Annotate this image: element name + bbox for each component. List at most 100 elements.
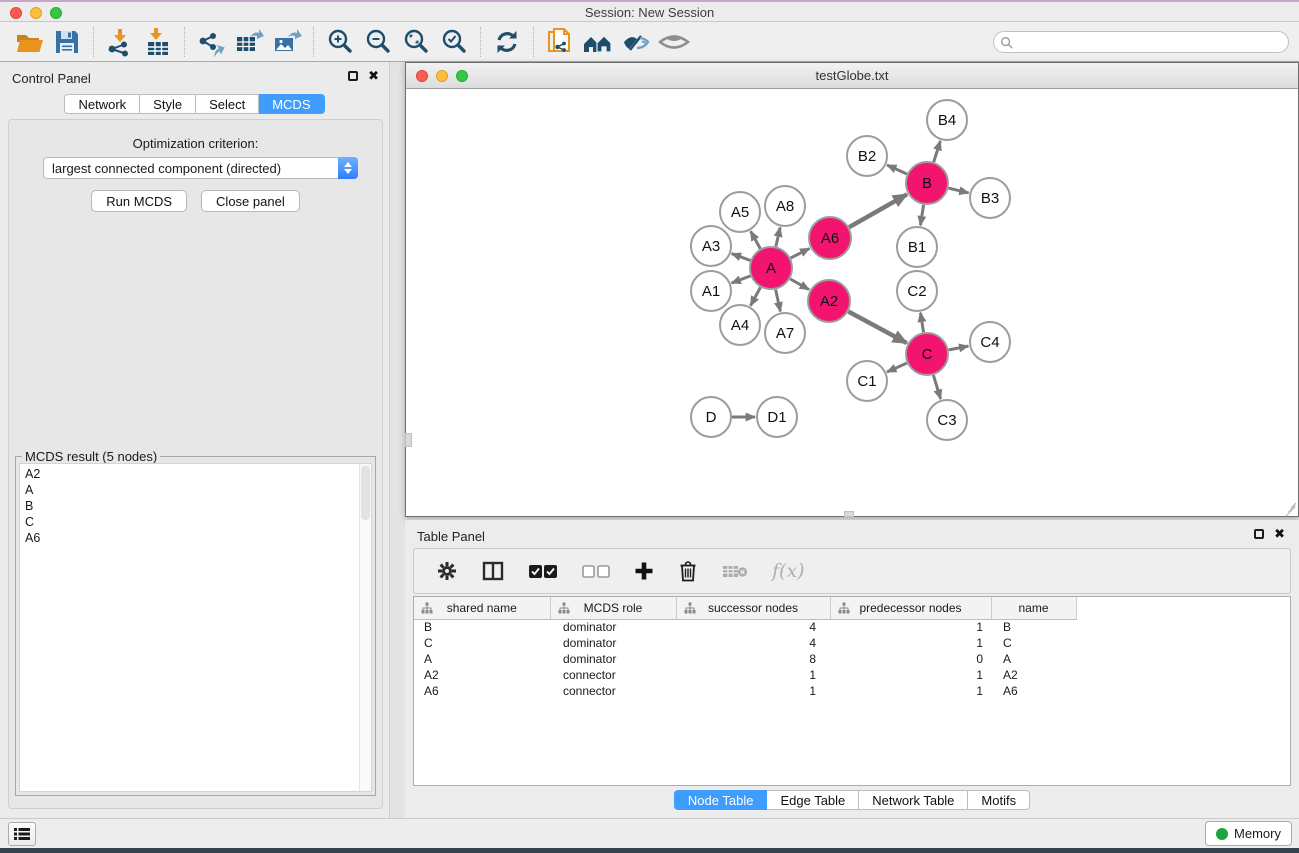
graph-node-C4[interactable]: C4 [970, 322, 1010, 362]
graph-node-D[interactable]: D [691, 397, 731, 437]
export-network-button[interactable] [192, 25, 230, 59]
mcds-result-item[interactable]: A2 [25, 466, 371, 482]
table-cell[interactable]: A2 [414, 667, 550, 683]
graph-node-A2[interactable]: A2 [808, 280, 850, 322]
table-cell[interactable]: dominator [550, 619, 676, 635]
search-input[interactable] [1017, 35, 1288, 49]
table-cell[interactable]: A6 [414, 683, 550, 699]
graph-edge-C-C1[interactable] [887, 363, 907, 372]
graph-node-C1[interactable]: C1 [847, 361, 887, 401]
graph-edge-A-A4[interactable] [751, 287, 761, 305]
graph-edge-B-B4[interactable] [934, 141, 941, 162]
tab-network[interactable]: Network [64, 94, 140, 114]
graph-edge-B-B1[interactable] [920, 205, 923, 226]
show-all-networks-button[interactable] [579, 25, 617, 59]
table-cell[interactable]: connector [550, 683, 676, 699]
table-row[interactable]: A6connector11A6 [414, 683, 1076, 699]
float-panel-icon[interactable] [348, 71, 358, 81]
mcds-result-item[interactable]: A6 [25, 530, 371, 546]
graph-node-C3[interactable]: C3 [927, 400, 967, 440]
table-cell[interactable]: A [414, 651, 550, 667]
select-all-rows-button[interactable] [528, 564, 558, 579]
table-cell[interactable]: A [991, 651, 1076, 667]
graph-edge-A2-C[interactable] [848, 311, 906, 343]
graph-edge-B-B3[interactable] [948, 188, 968, 193]
graph-node-A5[interactable]: A5 [720, 192, 760, 232]
zoom-in-button[interactable] [321, 25, 359, 59]
show-panels-button[interactable] [8, 822, 36, 846]
float-table-panel-icon[interactable] [1254, 529, 1264, 539]
table-cell[interactable]: A2 [991, 667, 1076, 683]
graph-edge-A-A8[interactable] [776, 227, 780, 246]
graph-edge-C-C2[interactable] [920, 313, 923, 333]
graph-node-B[interactable]: B [906, 162, 948, 204]
graph-edge-B-B2[interactable] [887, 165, 907, 174]
tab-select[interactable]: Select [196, 94, 259, 114]
table-cell[interactable]: connector [550, 667, 676, 683]
table-cell[interactable]: B [991, 619, 1076, 635]
table-cell[interactable]: A6 [991, 683, 1076, 699]
table-cell[interactable]: C [414, 635, 550, 651]
delete-column-button[interactable] [678, 560, 698, 582]
table-cell[interactable]: 4 [676, 619, 830, 635]
graph-node-D1[interactable]: D1 [757, 397, 797, 437]
table-cell[interactable]: 0 [830, 651, 991, 667]
column-header-successor-nodes[interactable]: successor nodes [676, 597, 830, 619]
graph-node-A1[interactable]: A1 [691, 271, 731, 311]
tab-mcds[interactable]: MCDS [259, 94, 324, 114]
table-cell[interactable]: C [991, 635, 1076, 651]
search-field[interactable] [993, 31, 1289, 53]
zoom-selected-button[interactable] [435, 25, 473, 59]
open-session-button[interactable] [10, 25, 48, 59]
tab-node-table[interactable]: Node Table [674, 790, 768, 810]
close-panel-button[interactable]: Close panel [201, 190, 300, 212]
table-cell[interactable]: 1 [830, 619, 991, 635]
table-settings-button[interactable] [436, 560, 458, 582]
import-network-button[interactable] [101, 25, 139, 59]
mcds-result-list[interactable]: A2ABCA6 [19, 463, 372, 792]
graph-node-A8[interactable]: A8 [765, 186, 805, 226]
network-canvas[interactable]: B4B2BB3A5A8A6A3B1AA1C2A2A4A7CC4C1C3DD1 [406, 89, 1298, 516]
close-table-panel-icon[interactable]: ✖ [1274, 529, 1285, 539]
graph-edge-C-C4[interactable] [949, 346, 969, 350]
graph-node-B2[interactable]: B2 [847, 136, 887, 176]
refresh-view-button[interactable] [488, 25, 526, 59]
export-image-button[interactable] [268, 25, 306, 59]
column-header-shared-name[interactable]: shared name [414, 597, 550, 619]
table-cell[interactable]: 8 [676, 651, 830, 667]
graph-node-C2[interactable]: C2 [897, 271, 937, 311]
node-table[interactable]: shared nameMCDS rolesuccessor nodesprede… [413, 596, 1291, 786]
show-column-button[interactable] [482, 561, 504, 581]
mcds-result-item[interactable]: B [25, 498, 371, 514]
table-cell[interactable]: 1 [830, 635, 991, 651]
import-table-button[interactable] [139, 25, 177, 59]
mcds-result-item[interactable]: C [25, 514, 371, 530]
table-row[interactable]: A2connector11A2 [414, 667, 1076, 683]
table-cell[interactable]: dominator [550, 651, 676, 667]
graph-edge-A-A1[interactable] [732, 276, 751, 283]
tab-network-table[interactable]: Network Table [859, 790, 968, 810]
table-row[interactable]: Bdominator41B [414, 619, 1076, 635]
graph-edge-A6-B[interactable] [849, 194, 907, 227]
graph-node-A3[interactable]: A3 [691, 226, 731, 266]
graph-node-C[interactable]: C [906, 333, 948, 375]
zoom-fit-button[interactable] [397, 25, 435, 59]
close-panel-icon[interactable]: ✖ [368, 71, 379, 81]
table-row[interactable]: Cdominator41C [414, 635, 1076, 651]
horizontal-scroll-stub[interactable] [844, 511, 854, 517]
column-header-name[interactable]: name [991, 597, 1076, 619]
run-mcds-button[interactable]: Run MCDS [91, 190, 187, 212]
scrollbar-thumb[interactable] [361, 466, 370, 520]
create-column-button[interactable] [634, 561, 654, 581]
network-window-titlebar[interactable]: testGlobe.txt [406, 63, 1298, 89]
column-header-predecessor-nodes[interactable]: predecessor nodes [830, 597, 991, 619]
table-cell[interactable]: 1 [676, 667, 830, 683]
graph-node-A4[interactable]: A4 [720, 305, 760, 345]
network-graph[interactable]: B4B2BB3A5A8A6A3B1AA1C2A2A4A7CC4C1C3DD1 [406, 89, 1298, 516]
vertical-scroll-stub[interactable] [405, 433, 412, 447]
graph-edge-A-A6[interactable] [791, 248, 810, 258]
table-cell[interactable]: 1 [830, 683, 991, 699]
list-scrollbar[interactable] [359, 464, 371, 791]
table-cell[interactable]: 1 [676, 683, 830, 699]
graph-node-B4[interactable]: B4 [927, 100, 967, 140]
